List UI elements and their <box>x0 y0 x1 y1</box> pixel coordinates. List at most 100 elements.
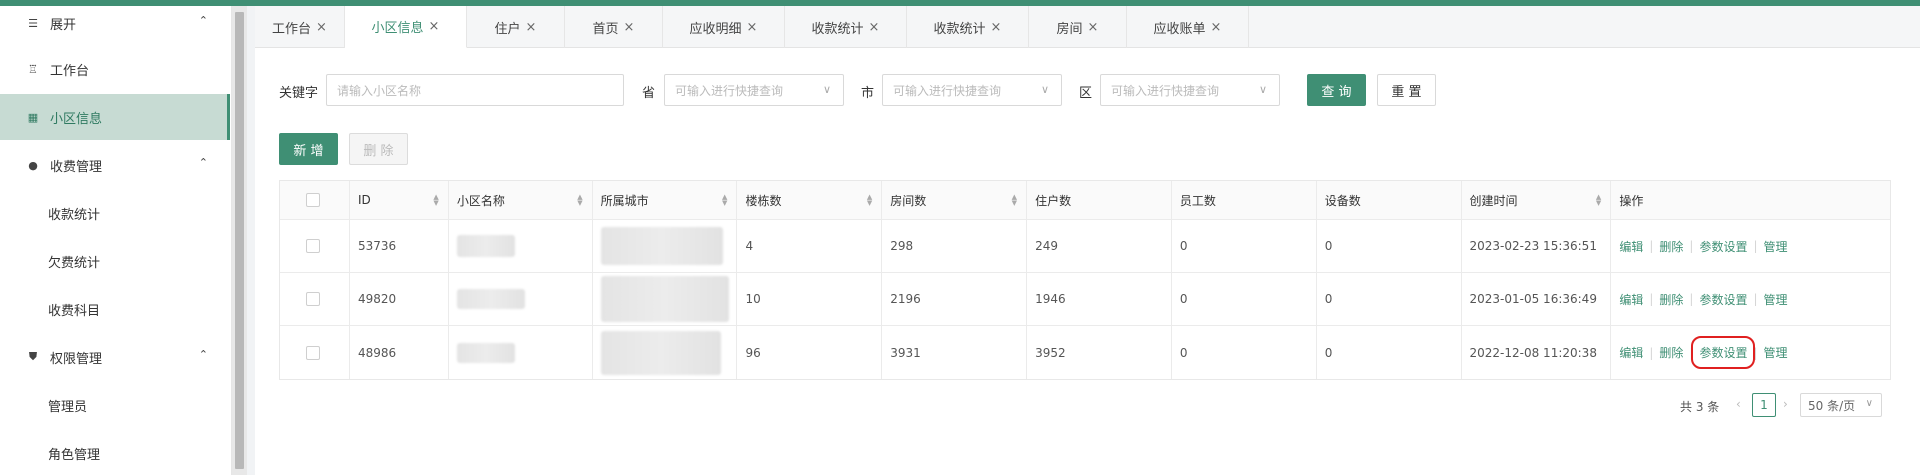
district-select[interactable]: 可输入进行快捷查询 ∨ <box>1100 74 1280 106</box>
edit-link[interactable]: 编辑 <box>1619 344 1643 361</box>
header-id[interactable]: ID ▲ ▼ <box>350 181 449 219</box>
cell-buildings: 10 <box>737 273 883 325</box>
sidebar-item-label: 工作台 <box>50 63 90 79</box>
page-number-current[interactable]: 1 <box>1752 393 1776 417</box>
cell-city <box>593 326 738 379</box>
next-page-icon[interactable]: › <box>1783 397 1788 411</box>
delete-link[interactable]: 删除 <box>1659 238 1683 255</box>
chevron-down-icon: ∨ <box>1865 398 1873 409</box>
tab-home[interactable]: 首页 × <box>565 6 663 48</box>
sidebar-item-label: 小区信息 <box>50 111 103 127</box>
manage-link[interactable]: 管理 <box>1764 344 1788 361</box>
row-checkbox[interactable] <box>306 345 320 360</box>
prev-page-icon[interactable]: ‹ <box>1736 397 1741 411</box>
gutter <box>247 6 255 475</box>
table-header-row: ID ▲ ▼ 小区名称 ▲ ▼ 所属城市 ▲ ▼ 楼栋数 ▲ ▼ 房间数 ▲ ▼ 住户数 <box>280 181 1890 220</box>
sort-icon[interactable]: ▲ ▼ <box>867 194 872 207</box>
sidebar-item-permission-management[interactable]: ⛊ 权限管理 ⌃ <box>0 334 230 380</box>
keyword-label: 关键字 <box>279 86 319 101</box>
sidebar-item-label: 收费管理 <box>50 159 103 175</box>
select-all-checkbox[interactable] <box>306 193 320 207</box>
sidebar-item-community-info[interactable]: ▦ 小区信息 <box>0 94 230 140</box>
chevron-up-icon: ⌃ <box>198 14 208 27</box>
tab-receivable-details[interactable]: 应收明细 × <box>663 6 785 48</box>
header-label: 操作 <box>1619 193 1644 208</box>
manage-link[interactable]: 管理 <box>1764 291 1788 308</box>
sidebar-item-arrears-stats[interactable]: 欠费统计 <box>0 238 230 284</box>
divider: | <box>1753 239 1758 253</box>
sidebar-scrollbar[interactable] <box>232 6 247 475</box>
close-icon[interactable]: × <box>991 20 1002 35</box>
sidebar-item-administrators[interactable]: 管理员 <box>0 382 230 428</box>
header-community-name[interactable]: 小区名称 ▲ ▼ <box>449 181 593 219</box>
cell-buildings: 4 <box>737 220 883 272</box>
sidebar-item-fee-subjects[interactable]: 收费科目 <box>0 286 230 332</box>
cell-rooms: 298 <box>882 220 1028 272</box>
sort-icon[interactable]: ▲ ▼ <box>1012 194 1017 207</box>
cell-staff: 0 <box>1172 273 1317 325</box>
header-label: 小区名称 <box>456 193 505 208</box>
sort-icon[interactable]: ▲ ▼ <box>1596 194 1601 207</box>
tab-workbench[interactable]: 工作台 × <box>255 6 345 48</box>
keyword-input[interactable]: 请输入小区名称 <box>326 74 624 106</box>
tab-community-info[interactable]: 小区信息 × <box>345 6 467 48</box>
sidebar-expand-label: 展开 <box>50 17 77 33</box>
close-icon[interactable]: × <box>429 19 440 34</box>
close-icon[interactable]: × <box>624 20 635 35</box>
page-size-select[interactable]: 50 条/页 ∨ <box>1800 393 1882 417</box>
close-icon[interactable]: × <box>316 20 327 35</box>
district-placeholder: 可输入进行快捷查询 <box>1111 83 1220 98</box>
delete-button[interactable]: 删 除 <box>349 133 408 165</box>
sidebar-item-label: 权限管理 <box>50 351 103 367</box>
cell-community-name <box>449 220 593 272</box>
edit-link[interactable]: 编辑 <box>1619 238 1643 255</box>
tab-payment-stats-1[interactable]: 收款统计 × <box>785 6 907 48</box>
cell-staff: 0 <box>1172 326 1317 379</box>
reset-button[interactable]: 重 置 <box>1377 74 1436 106</box>
header-buildings[interactable]: 楼栋数 ▲ ▼ <box>737 181 883 219</box>
close-icon[interactable]: × <box>526 20 537 35</box>
sort-icon[interactable]: ▲ ▼ <box>577 194 582 207</box>
sort-icon[interactable]: ▲ ▼ <box>722 194 727 207</box>
tab-payment-stats-2[interactable]: 收款统计 × <box>907 6 1029 48</box>
row-select-cell <box>280 273 350 325</box>
cell-residents: 3952 <box>1027 326 1172 379</box>
param-settings-link-highlighted[interactable]: 参数设置 <box>1691 336 1756 369</box>
close-icon[interactable]: × <box>869 20 880 35</box>
province-select[interactable]: 可输入进行快捷查询 ∨ <box>664 74 844 106</box>
param-settings-link[interactable]: 参数设置 <box>1699 238 1747 255</box>
sidebar-item-fee-management[interactable]: ● 收费管理 ⌃ <box>0 142 230 188</box>
fee-icon: ● <box>28 158 38 172</box>
close-icon[interactable]: × <box>1088 20 1099 35</box>
scrollbar-thumb[interactable] <box>235 12 244 469</box>
edit-link[interactable]: 编辑 <box>1619 291 1643 308</box>
header-staff: 员工数 <box>1172 181 1317 219</box>
cell-city <box>593 273 738 325</box>
row-checkbox[interactable] <box>306 292 320 306</box>
tab-label: 房间 <box>1056 21 1083 37</box>
header-created-time[interactable]: 创建时间 ▲ ▼ <box>1462 181 1612 219</box>
tab-residents[interactable]: 住户 × <box>467 6 565 48</box>
close-icon[interactable]: × <box>747 20 758 35</box>
chevron-down-icon: ∨ <box>1258 83 1267 96</box>
header-rooms[interactable]: 房间数 ▲ ▼ <box>882 181 1028 219</box>
sidebar: ☰ 展开 ⌃ ♖ 工作台 ▦ 小区信息 ● 收费管理 ⌃ 收款统计 欠费统计 收… <box>0 6 232 475</box>
close-icon[interactable]: × <box>1211 20 1222 35</box>
city-select[interactable]: 可输入进行快捷查询 ∨ <box>882 74 1062 106</box>
header-label: 楼栋数 <box>745 193 782 208</box>
header-city[interactable]: 所属城市 ▲ ▼ <box>593 181 738 219</box>
sidebar-item-role-management[interactable]: 角色管理 <box>0 430 230 476</box>
manage-link[interactable]: 管理 <box>1764 238 1788 255</box>
add-button[interactable]: 新 增 <box>279 133 338 165</box>
sidebar-expand-toggle[interactable]: ☰ 展开 ⌃ <box>0 0 230 46</box>
sidebar-item-payment-stats[interactable]: 收款统计 <box>0 190 230 236</box>
tab-receivable-bills[interactable]: 应收账单 × <box>1127 6 1249 48</box>
query-button[interactable]: 查 询 <box>1307 74 1366 106</box>
param-settings-link[interactable]: 参数设置 <box>1699 291 1747 308</box>
delete-link[interactable]: 删除 <box>1659 291 1683 308</box>
row-checkbox[interactable] <box>306 239 320 253</box>
tab-rooms[interactable]: 房间 × <box>1029 6 1127 48</box>
sort-icon[interactable]: ▲ ▼ <box>433 194 438 207</box>
delete-link[interactable]: 删除 <box>1659 344 1683 361</box>
sidebar-item-workbench[interactable]: ♖ 工作台 <box>0 46 230 92</box>
